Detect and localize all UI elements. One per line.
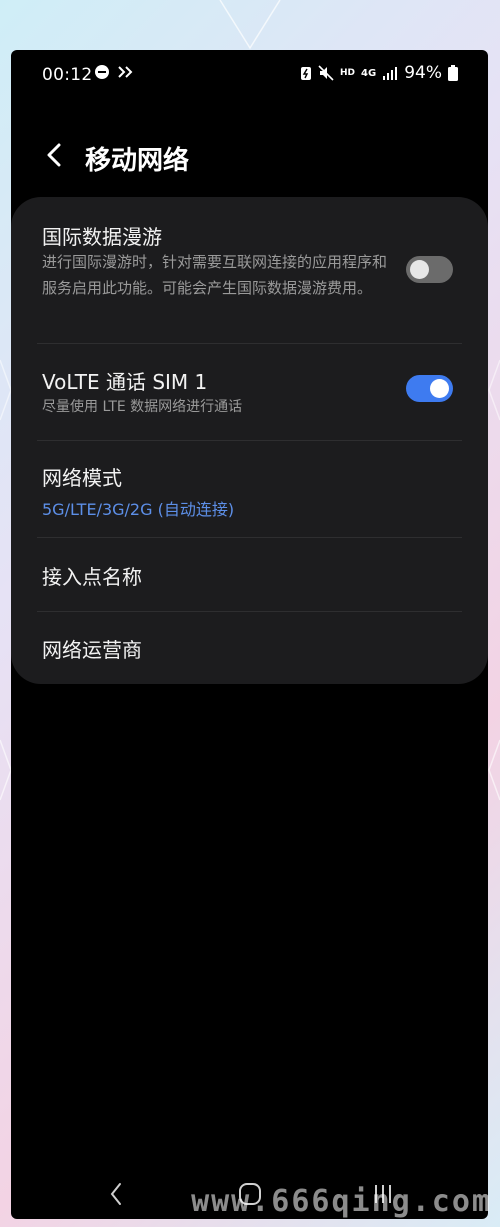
chevron-left-icon: [47, 143, 61, 167]
back-nav-icon: [110, 1183, 121, 1205]
network-mode-title: 网络模式: [42, 466, 122, 490]
signal-call-icon: [118, 66, 133, 78]
status-bar: 00:12 HD 4G 94%: [11, 50, 488, 100]
network-mode-value: 5G/LTE/3G/2G (自动连接): [42, 500, 235, 519]
setting-network-mode[interactable]: 网络模式 5G/LTE/3G/2G (自动连接): [11, 441, 488, 537]
signal-bars-icon: [383, 67, 398, 80]
toggle-knob: [410, 260, 429, 279]
dnd-icon: [95, 65, 109, 79]
volte-title: VoLTE 通话 SIM 1: [42, 370, 208, 394]
volte-description: 尽量使用 LTE 数据网络进行通话: [42, 399, 243, 415]
operators-title: 网络运营商: [42, 638, 142, 662]
battery-saver-icon: [301, 67, 312, 80]
roaming-toggle[interactable]: [406, 256, 453, 283]
phone-screen: 00:12 HD 4G 94% 移动网络 国际数据漫游 进行国际漫游时，针对需要…: [11, 50, 488, 1219]
toggle-knob: [430, 379, 449, 398]
nav-back-button[interactable]: [96, 1179, 136, 1209]
setting-network-operators[interactable]: 网络运营商: [11, 612, 488, 684]
page-title: 移动网络: [85, 146, 190, 176]
battery-percent: 94%: [404, 63, 442, 83]
setting-volte[interactable]: VoLTE 通话 SIM 1 尽量使用 LTE 数据网络进行通话: [11, 344, 488, 440]
setting-international-roaming[interactable]: 国际数据漫游 进行国际漫游时，针对需要互联网连接的应用程序和服务启用此功能。可能…: [11, 197, 488, 343]
watermark-text: www.666qing.com: [191, 1184, 492, 1219]
apn-title: 接入点名称: [42, 565, 142, 589]
hd-voice-icon: HD: [340, 68, 356, 78]
status-time: 00:12: [42, 65, 93, 85]
battery-icon: [448, 65, 458, 81]
setting-apn[interactable]: 接入点名称: [11, 538, 488, 611]
back-button[interactable]: [39, 140, 69, 170]
page-header: 移动网络: [11, 130, 488, 180]
status-right-icons: HD 4G 94%: [300, 63, 458, 83]
roaming-title: 国际数据漫游: [42, 225, 162, 249]
volte-toggle[interactable]: [406, 375, 453, 402]
mute-icon: [318, 65, 334, 81]
4g-lte-icon: 4G: [361, 67, 377, 79]
settings-card: 国际数据漫游 进行国际漫游时，针对需要互联网连接的应用程序和服务启用此功能。可能…: [11, 197, 488, 684]
status-left-icons: [94, 64, 134, 80]
roaming-description: 进行国际漫游时，针对需要互联网连接的应用程序和服务启用此功能。可能会产生国际数据…: [42, 253, 388, 297]
